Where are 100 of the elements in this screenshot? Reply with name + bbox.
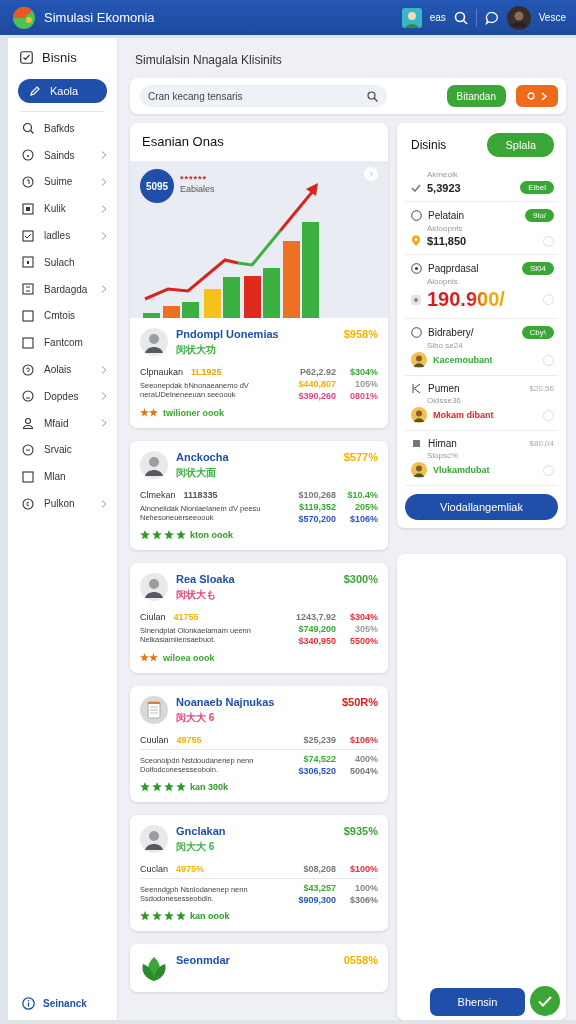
caption: Akmeolk bbox=[426, 170, 459, 179]
radio-icon[interactable] bbox=[411, 327, 422, 338]
person-name: Gnclakan bbox=[176, 825, 227, 837]
percent-value: $100% bbox=[348, 864, 378, 874]
panel-item[interactable]: Himan $80,04 Slopsc% Vlukamdubat bbox=[405, 431, 558, 486]
caption: Slopsc% bbox=[426, 451, 460, 460]
rating-text: wiloea oook bbox=[163, 652, 215, 663]
sidebar-item[interactable]: Cmtois bbox=[8, 302, 117, 330]
percent-value: $304% bbox=[348, 612, 378, 622]
primary-button[interactable]: Kaola bbox=[18, 79, 107, 103]
avatar-icon[interactable] bbox=[506, 5, 531, 30]
square-icon bbox=[22, 202, 34, 215]
percent-value: 0558% bbox=[343, 954, 378, 966]
amount-value: $749,200 bbox=[297, 624, 336, 634]
sidebar-item[interactable]: Mlan bbox=[8, 463, 117, 491]
item-title: Himan bbox=[428, 438, 458, 449]
person-name: Rea Sloaka bbox=[176, 573, 236, 585]
code-value: 1118335 bbox=[183, 490, 218, 500]
caption: Aloopnis bbox=[426, 277, 459, 286]
footer-button[interactable]: Viodallangemliak bbox=[405, 494, 558, 520]
square-icon bbox=[22, 336, 34, 349]
amount-value: 1243,7.92 bbox=[294, 612, 336, 622]
star-icon bbox=[140, 530, 150, 540]
person-name: Anckocha bbox=[176, 451, 230, 463]
footer-link[interactable]: Seinanck bbox=[43, 998, 87, 1009]
panel-title: Disinis bbox=[411, 138, 447, 152]
pin-icon bbox=[411, 235, 421, 247]
search-icon[interactable] bbox=[453, 10, 468, 25]
chat-icon[interactable] bbox=[484, 10, 499, 25]
circle-icon bbox=[22, 176, 34, 188]
avatar-icon[interactable] bbox=[401, 7, 422, 28]
square-icon bbox=[22, 309, 34, 322]
panel-item[interactable]: Akmeolk 5,3923 Eibel bbox=[405, 163, 558, 202]
star-icon bbox=[140, 782, 150, 792]
sidebar-item[interactable]: Sulach bbox=[8, 249, 117, 276]
sidebar-item[interactable]: Fantcom bbox=[8, 329, 117, 357]
help-icon bbox=[22, 363, 34, 376]
amount-value: $909,300 bbox=[297, 895, 336, 905]
checkbox-icon bbox=[20, 51, 33, 64]
sidebar-item[interactable]: Pulkon bbox=[8, 490, 117, 517]
item-title: Paqprdasal bbox=[428, 263, 480, 274]
sidebar-item[interactable]: Bafkds bbox=[8, 115, 117, 142]
user-icon bbox=[22, 417, 34, 430]
checkbox-icon bbox=[22, 229, 34, 242]
info-icon bbox=[22, 997, 35, 1010]
chevron-left-icon bbox=[411, 383, 422, 394]
row-label: Cuclan bbox=[140, 864, 168, 874]
panel-item[interactable]: Pumen $20,56 Oidsse36 Mokam dibant bbox=[405, 376, 558, 431]
search-field[interactable]: Cran kecang tensaris bbox=[140, 85, 387, 107]
sidebar-item[interactable]: Bardagda bbox=[8, 275, 117, 303]
radio-selected-icon[interactable] bbox=[411, 263, 422, 274]
code-value: 4975% bbox=[176, 864, 205, 874]
next-button[interactable] bbox=[516, 85, 558, 107]
primary-button[interactable]: Bhensin bbox=[430, 988, 525, 1016]
rating-stars: ****** bbox=[180, 174, 207, 184]
amount-value: $306,520 bbox=[297, 766, 336, 776]
amount-value: $25,239 bbox=[302, 735, 336, 745]
sidebar-item[interactable]: Suime bbox=[8, 168, 117, 196]
pencil-icon bbox=[30, 86, 40, 96]
check-icon bbox=[538, 995, 552, 1007]
square-icon bbox=[411, 438, 422, 449]
amount-value: $340,950 bbox=[297, 636, 336, 646]
radio-icon[interactable] bbox=[411, 210, 422, 221]
percent-value: $577% bbox=[343, 451, 378, 463]
user-short-name: eas bbox=[429, 12, 446, 23]
amount-value: $119,352 bbox=[297, 502, 336, 512]
star-icon bbox=[176, 911, 186, 921]
percent-value: $50R% bbox=[341, 696, 378, 708]
panel-item[interactable]: Paqprdasal Sl04 Aloopnis 190.900/ bbox=[405, 255, 558, 319]
code-value: 49755 bbox=[176, 735, 202, 745]
sidebar-item[interactable]: Kulik bbox=[8, 195, 117, 223]
panel-item[interactable]: Bidrabery/ Cby\ Sibo se24 Kacemoubant bbox=[405, 319, 558, 376]
status-badge: Cby\ bbox=[521, 326, 554, 339]
total-value: 5,3923 bbox=[427, 181, 462, 194]
item-title: Pelatain bbox=[428, 210, 466, 221]
avatar-icon bbox=[411, 407, 427, 423]
sidebar-item[interactable]: Mfaid bbox=[8, 409, 117, 437]
circle-icon bbox=[22, 443, 34, 456]
sidebar-item[interactable]: Sainds bbox=[8, 141, 117, 169]
confirm-button[interactable] bbox=[530, 986, 560, 1016]
rating-text: kton oook bbox=[190, 530, 233, 540]
sidebar-item[interactable]: Dopdes bbox=[8, 382, 117, 410]
circle-icon bbox=[22, 149, 34, 162]
sidebar-item[interactable]: Srvaic bbox=[8, 436, 117, 464]
sidebar-item[interactable]: ladles bbox=[8, 222, 117, 249]
card-title: Esanian Onas bbox=[141, 133, 225, 151]
sidebar-item[interactable]: Aolais bbox=[8, 356, 117, 383]
amount-value: $570,200 bbox=[297, 514, 336, 524]
percent-value: $935% bbox=[343, 825, 378, 837]
amount-value: P62,2.92 bbox=[298, 367, 336, 377]
rating-stars: ★★ bbox=[140, 652, 158, 663]
star-icon bbox=[152, 530, 162, 540]
star-icon bbox=[164, 530, 174, 540]
caption: Oidsse36 bbox=[426, 396, 462, 405]
rating-text: kan oook bbox=[190, 911, 230, 921]
panel-item[interactable]: Pelatain 9lo/ Aldoopnts $11,850 bbox=[405, 202, 558, 255]
percent-value: 205% bbox=[353, 502, 378, 512]
avatar-icon bbox=[140, 825, 168, 853]
percent-value: 5004% bbox=[348, 766, 378, 776]
percent-value: $958% bbox=[343, 328, 378, 340]
